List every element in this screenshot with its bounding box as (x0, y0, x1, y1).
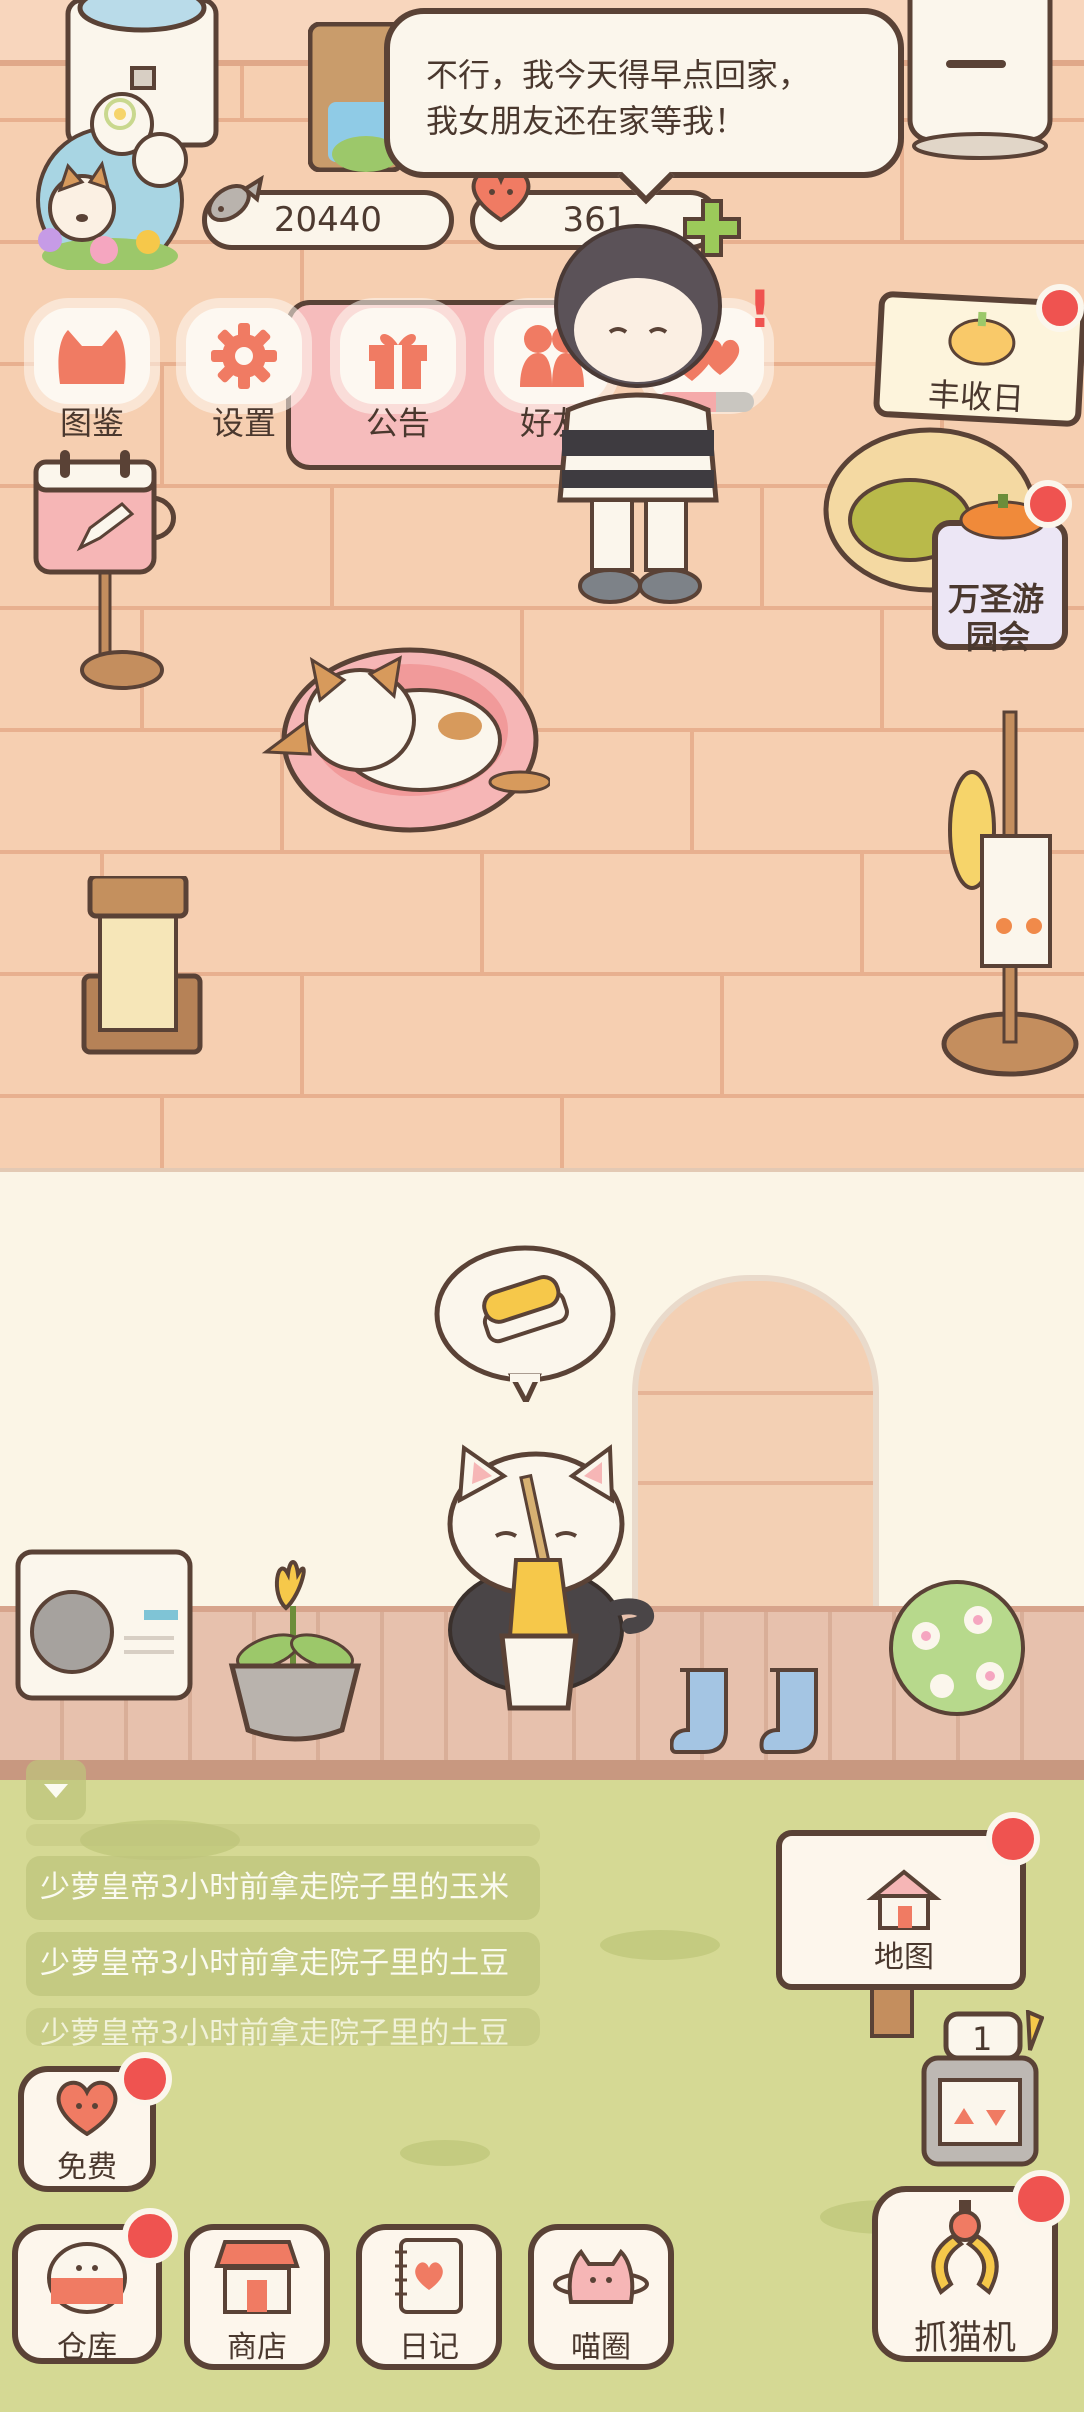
sweeping-cat[interactable] (424, 1440, 664, 1720)
speech-bubble: 不行，我今天得早点回家， 我女朋友还在家等我！ (384, 8, 904, 178)
speech-line-1: 不行，我今天得早点回家， (426, 56, 811, 94)
menu-settings-button[interactable]: 设置 (184, 308, 304, 444)
claw-machine-badge (1012, 2170, 1070, 2228)
fish-count: 20440 (273, 200, 383, 240)
free-badge (118, 2052, 172, 2106)
rain-boots[interactable] (669, 1660, 854, 1760)
menu-catalog-button[interactable]: 图鉴 (32, 308, 152, 444)
arched-door[interactable] (632, 1275, 879, 1632)
activity-log-item: 少萝皇帝3小时前拿走院子里的土豆 (26, 2008, 540, 2046)
fish-icon (198, 168, 268, 238)
shop-button[interactable]: 商店 (184, 2224, 330, 2370)
menu-notice-label: 公告 (365, 404, 430, 442)
house-icon (866, 1869, 942, 1930)
ac-unit (14, 1548, 194, 1708)
cat-head-icon (34, 308, 150, 404)
coat-rack[interactable] (938, 706, 1084, 1086)
menu-notice-button[interactable]: 公告 (338, 308, 458, 444)
thought-bubble[interactable] (432, 1242, 618, 1408)
halloween-label-2: 园会 (966, 618, 1031, 656)
speech-line-2: 我女朋友还在家等我！ (426, 102, 747, 140)
chevron-down-icon (44, 1784, 68, 1798)
map-label: 地图 (874, 1940, 934, 1975)
halloween-badge (1024, 480, 1072, 528)
cat-circle-label: 喵圈 (571, 2330, 631, 2365)
log-top-fade (26, 1824, 540, 1846)
diary-button[interactable]: 日记 (356, 2224, 502, 2370)
activity-log-item: 少萝皇帝3小时前拿走院子里的玉米 (26, 1856, 540, 1920)
gift-icon (340, 308, 456, 404)
scratching-post[interactable] (80, 873, 204, 1056)
shop-label: 商店 (227, 2330, 287, 2365)
collapse-log-button[interactable] (26, 1760, 86, 1820)
pumpkin-icon (948, 311, 1016, 366)
claw-machine-label: 抓猫机 (914, 2318, 1016, 2358)
fence-rail (0, 1760, 1084, 1782)
cat-circle-button[interactable]: 喵圈 (528, 2224, 674, 2370)
cat-planet-icon (534, 2230, 668, 2316)
gear-icon (186, 308, 302, 404)
potted-tulip[interactable] (226, 1554, 364, 1744)
calendar-stand[interactable] (30, 448, 190, 698)
claw-counter-box[interactable]: 1 (920, 2008, 1045, 2168)
flower-bush[interactable] (886, 1576, 1028, 1722)
claw-counter-value: 1 (972, 2020, 993, 2058)
free-label: 免费 (57, 2150, 117, 2185)
diary-icon (362, 2230, 496, 2316)
harvest-badge (1036, 284, 1084, 332)
map-badge (986, 1812, 1040, 1866)
avatar[interactable] (20, 90, 190, 274)
sleeping-cat[interactable] (260, 630, 552, 840)
map-button[interactable]: 地图 (776, 1830, 1026, 1990)
activity-log-item: 少萝皇帝3小时前拿走院子里的土豆 (26, 1932, 540, 1996)
diary-label: 日记 (399, 2330, 459, 2365)
warehouse-label: 仓库 (57, 2330, 117, 2365)
player-character[interactable] (528, 220, 748, 610)
shop-icon (190, 2230, 324, 2316)
warehouse-badge (122, 2208, 178, 2264)
rice-cooker[interactable] (906, 0, 1056, 160)
menu-catalog-label: 图鉴 (59, 404, 124, 442)
menu-settings-label: 设置 (211, 404, 276, 442)
friends-alert-icon: ! (748, 280, 772, 340)
halloween-event[interactable]: 万圣游 园会 (932, 494, 1068, 656)
